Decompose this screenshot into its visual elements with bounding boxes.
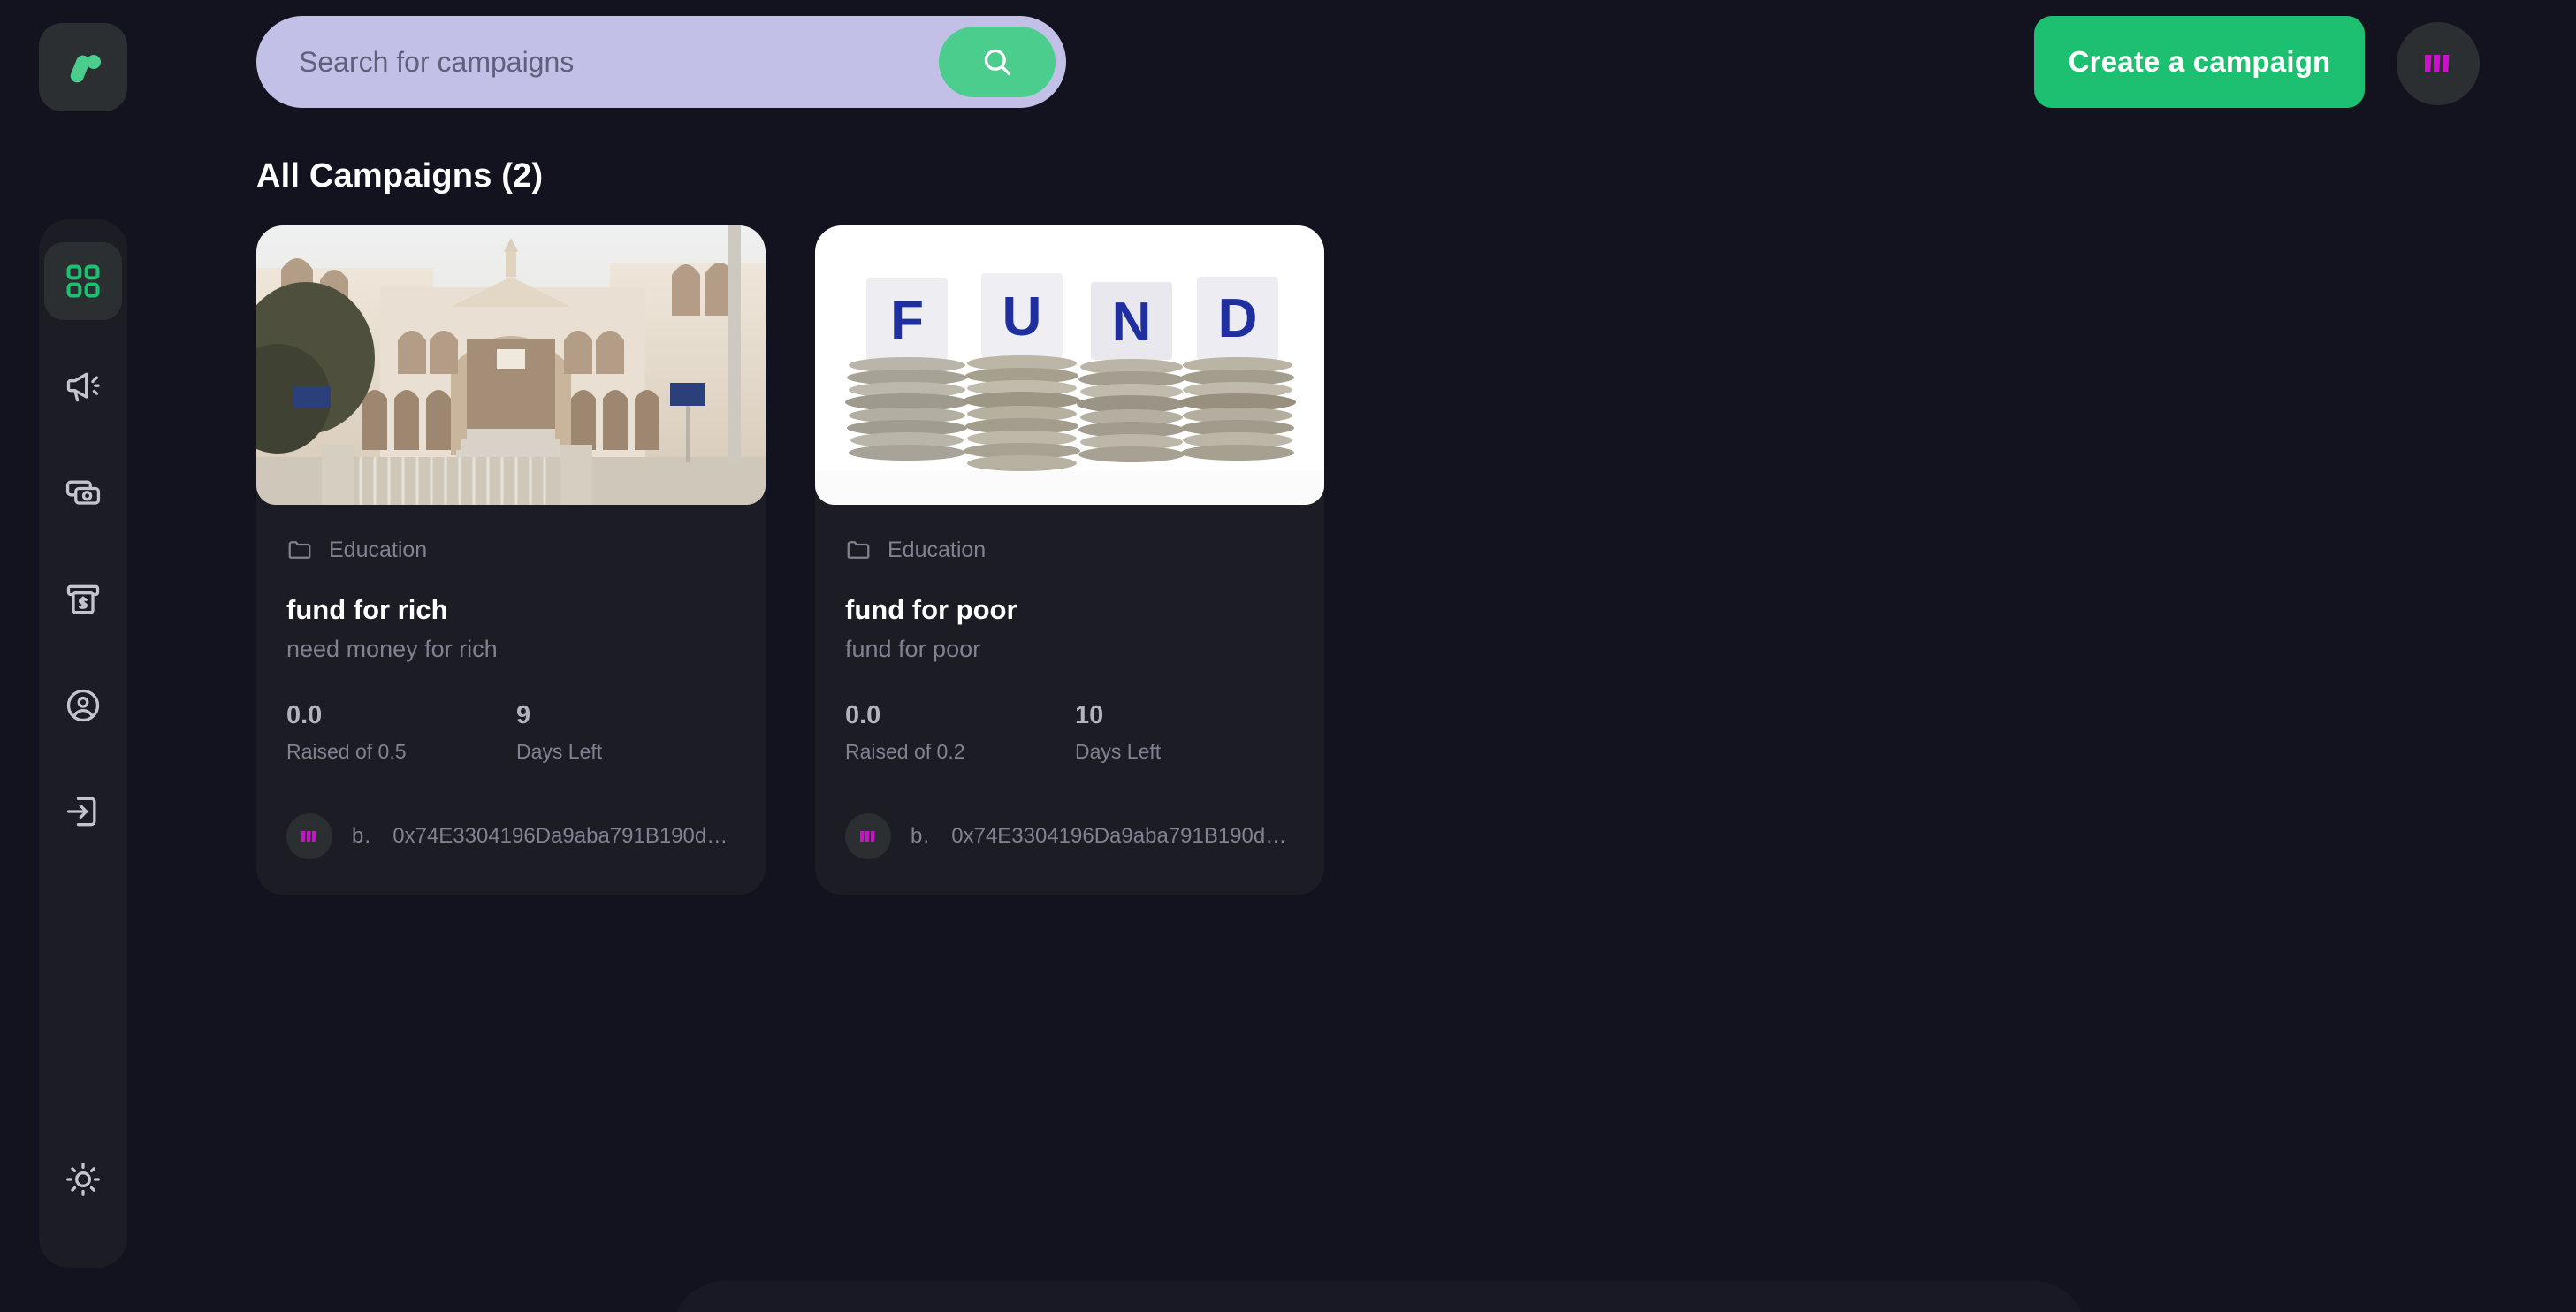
sun-icon [64,1160,103,1199]
sidebar-item-withdraw[interactable] [44,561,122,638]
campaign-image [256,225,766,505]
main-content: All Campaigns (2) Education fund for ric… [256,157,2466,896]
sidebar-item-profile[interactable] [44,667,122,744]
folder-icon [845,537,872,563]
search-icon [979,44,1015,80]
campaign-title: fund for rich [286,594,448,625]
campaign-owner-prefix: by [352,824,374,849]
campaign-raised-value: 0.0 [845,700,881,729]
bottom-panel-edge [672,1281,2086,1312]
campaign-raised-stat: 0.0 Raised of 0.2 [845,700,1064,764]
atm-dollar-icon [64,580,103,619]
money-stack-icon [64,474,103,513]
campaign-days-label: Days Left [1075,739,1162,763]
logout-arrow-icon [64,792,103,831]
campaign-category-row: Education [845,537,1294,563]
campaign-stats: 0.0 Raised of 0.2 10 Days Left [845,700,1294,764]
campaign-days-value: 10 [1075,700,1104,729]
folder-icon [286,537,313,563]
sidebar-nav-panel [39,219,127,1268]
user-circle-icon [64,686,103,725]
svg-text:N: N [1112,292,1152,353]
campaign-owner-address: 0x74E3304196Da9aba791B190d78… [392,824,735,849]
campaign-category-row: Education [286,537,735,563]
sidebar [0,0,152,1312]
campaign-raised-label: Raised of 0.5 [286,739,407,763]
campaign-card[interactable]: F U N D Education fund for poor fund for… [815,225,1324,896]
campaign-days-stat: 9 Days Left [506,700,735,764]
campaign-days-stat: 10 Days Left [1064,700,1294,764]
sidebar-item-payment[interactable] [44,454,122,532]
campaign-card-list: Education fund for rich need money for r… [256,225,2466,896]
svg-text:D: D [1218,288,1258,349]
campaign-stats: 0.0 Raised of 0.5 9 Days Left [286,700,735,764]
sidebar-item-campaign[interactable] [44,348,122,426]
search-bar [256,16,1066,108]
campaign-card-body: Education fund for poor fund for poor 0.… [815,537,1324,860]
campaign-title: fund for poor [845,594,1017,625]
campaign-category-label: Education [329,537,428,562]
user-avatar[interactable] [2397,22,2480,105]
campaign-owner-address: 0x74E3304196Da9aba791B190d78… [951,824,1294,849]
campaign-owner-prefix: by [911,824,933,849]
campaign-card-body: Education fund for rich need money for r… [256,537,766,860]
wallet-w-logo-icon [2416,42,2460,86]
megaphone-icon [64,368,103,407]
campaign-description: fund for poor [845,636,981,663]
app-root: Create a campaign All Campaigns (2) [0,0,2576,1312]
campaign-card[interactable]: Education fund for rich need money for r… [256,225,766,896]
search-button[interactable] [939,27,1056,97]
campaign-owner-avatar [286,813,332,860]
campaign-owner-row: by 0x74E3304196Da9aba791B190d78… [286,813,735,860]
campaign-owner-avatar [845,813,891,860]
campaign-raised-value: 0.0 [286,700,323,729]
campaign-raised-stat: 0.0 Raised of 0.5 [286,700,506,764]
campaign-days-value: 9 [516,700,531,729]
sidebar-item-dashboard[interactable] [44,242,122,320]
svg-text:F: F [890,290,924,351]
campaign-category-label: Education [888,537,987,562]
sidebar-nav-list [44,242,122,879]
grid-dashboard-icon [64,262,103,301]
search-input[interactable] [299,30,939,94]
campaign-raised-label: Raised of 0.2 [845,739,965,763]
campaign-description: need money for rich [286,636,498,663]
theme-toggle-button[interactable] [44,1140,122,1218]
create-campaign-button[interactable]: Create a campaign [2034,16,2365,108]
page-title: All Campaigns (2) [256,157,544,195]
campaign-image: F U N D [815,225,1324,505]
campaign-days-label: Days Left [516,739,603,763]
top-header: Create a campaign [0,0,2576,124]
svg-text:U: U [1002,286,1042,347]
sidebar-item-logout[interactable] [44,773,122,851]
campaign-owner-row: by 0x74E3304196Da9aba791B190d78… [845,813,1294,860]
